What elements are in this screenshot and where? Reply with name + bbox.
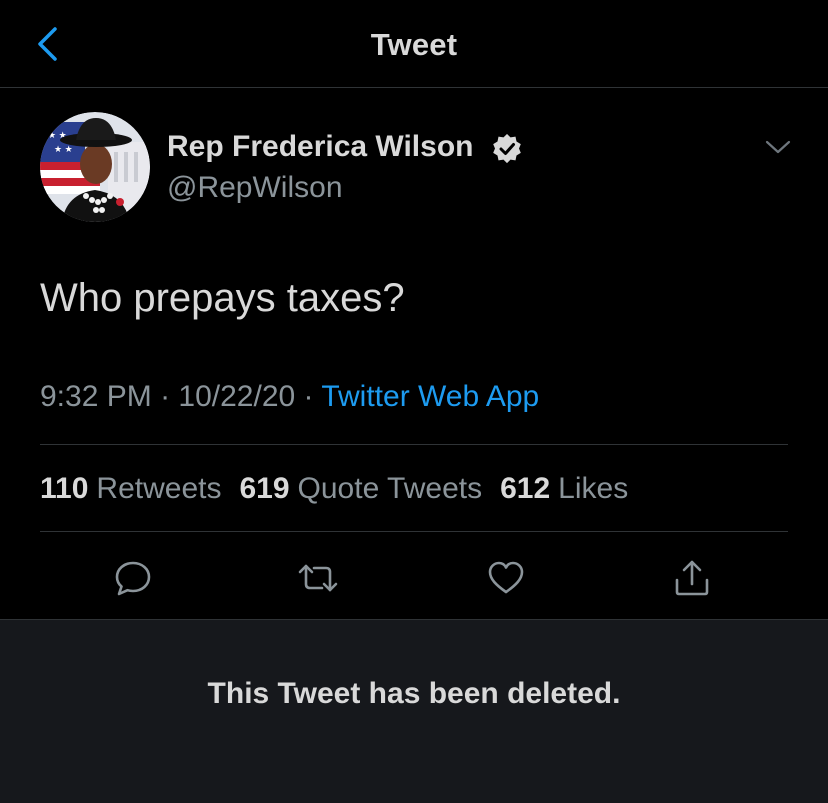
verified-badge bbox=[492, 133, 522, 164]
chevron-down-icon bbox=[765, 140, 791, 154]
share-button[interactable] bbox=[670, 556, 714, 600]
author-handle[interactable]: @RepWilson bbox=[167, 171, 343, 205]
deleted-notice-text: This Tweet has been deleted. bbox=[207, 677, 621, 710]
svg-text:★ ★: ★ ★ bbox=[54, 144, 73, 154]
likes-label: Likes bbox=[558, 472, 629, 505]
retweets-stat[interactable]: 110 Retweets bbox=[40, 472, 221, 506]
deleted-notice-panel: This Tweet has been deleted. bbox=[0, 619, 828, 803]
more-options-button[interactable] bbox=[760, 132, 796, 162]
retweet-button[interactable] bbox=[296, 556, 340, 600]
profile-photo: ★ ★ ★ ★ bbox=[40, 112, 150, 222]
tweet-date: 10/22/20 bbox=[178, 380, 296, 413]
likes-count: 612 bbox=[500, 472, 551, 505]
reply-icon bbox=[115, 561, 151, 596]
reply-button[interactable] bbox=[111, 556, 155, 600]
verified-icon bbox=[493, 133, 521, 164]
tweet-source-link[interactable]: Twitter Web App bbox=[321, 380, 539, 413]
divider bbox=[40, 531, 788, 532]
like-button[interactable] bbox=[484, 556, 528, 600]
tweet-time: 9:32 PM bbox=[40, 380, 152, 413]
engagement-stats: 110 Retweets 619 Quote Tweets 612 Likes bbox=[40, 472, 628, 506]
meta-separator: · bbox=[160, 380, 171, 413]
tweet-meta: 9:32 PM · 10/22/20 · Twitter Web App bbox=[40, 380, 539, 414]
retweets-count: 110 bbox=[40, 472, 89, 505]
top-bar: Tweet bbox=[0, 0, 828, 88]
avatar[interactable]: ★ ★ ★ ★ bbox=[40, 112, 150, 222]
page-title: Tweet bbox=[370, 27, 458, 62]
meta-separator: · bbox=[303, 380, 314, 413]
tweet-text: Who prepays taxes? bbox=[40, 276, 405, 320]
like-icon bbox=[488, 561, 524, 594]
retweet-icon bbox=[298, 564, 338, 592]
share-icon bbox=[675, 560, 709, 596]
quote-tweets-label: Quote Tweets bbox=[297, 472, 483, 505]
divider bbox=[40, 444, 788, 445]
quote-tweets-stat[interactable]: 619 Quote Tweets bbox=[239, 472, 482, 506]
author-name[interactable]: Rep Frederica Wilson bbox=[167, 130, 473, 164]
quote-tweets-count: 619 bbox=[239, 472, 290, 505]
retweets-label: Retweets bbox=[96, 472, 222, 505]
likes-stat[interactable]: 612 Likes bbox=[500, 472, 628, 506]
